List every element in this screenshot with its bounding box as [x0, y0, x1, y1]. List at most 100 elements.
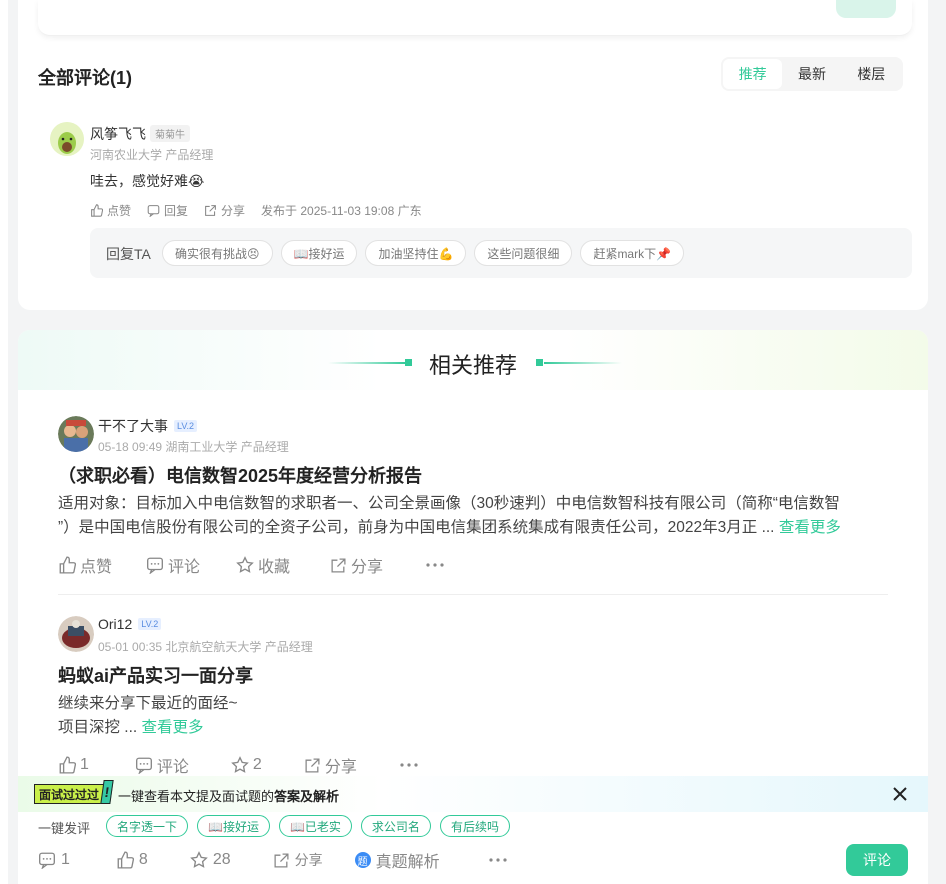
quick-comment-label: 一键发评 [38, 821, 91, 836]
close-icon[interactable] [890, 784, 910, 804]
like-button[interactable]: 点赞 [90, 202, 131, 219]
comments-card: 全部评论(1) 推荐 最新 楼层 风筝飞飞 菊菊牛 河南农业大学 产品经理 哇去… [18, 0, 928, 310]
thumbs-up-icon [59, 756, 76, 774]
reply-ta-label: 回复TA [106, 246, 151, 262]
reply-chip[interactable]: 加油坚持住💪 [365, 240, 467, 266]
post-title[interactable]: 蚂蚁ai产品实习一面分享 [58, 662, 253, 688]
left-edge [0, 0, 8, 884]
title-decoration-right [544, 362, 622, 364]
reply-chip[interactable]: 这些问题很细 [474, 240, 573, 266]
comment-label: 评论 [168, 559, 201, 576]
share-label: 分享 [294, 852, 323, 868]
comments-count-button[interactable]: 1 [38, 851, 70, 869]
post-divider [58, 594, 888, 595]
post-item: Ori12 LV.2 05-01 00:35 北京航空航天大学 产品经理 蚂蚁a… [58, 616, 888, 776]
comment-submit-button[interactable]: 评论 [846, 844, 908, 876]
quick-comment-chip[interactable]: 有后续吗 [439, 815, 510, 837]
interview-banner[interactable]: 面试过过过 ! 一键查看本文提及面试题的答案及解析 [18, 776, 928, 812]
quick-comment-chip[interactable]: 📖已老实 [278, 815, 352, 837]
chat-bubble-icon [147, 205, 160, 217]
post-meta: 05-18 09:49 湖南工业大学 产品经理 [98, 440, 289, 454]
favorite-button[interactable]: 28 [190, 851, 231, 869]
exam-icon: 题 [354, 852, 371, 868]
favorite-button[interactable]: 2 [231, 756, 262, 774]
banner-text: 一键查看本文提及面试题的答案及解析 [118, 786, 339, 805]
publish-time: 发布于 2025-11-03 19:08 广东 [261, 204, 422, 218]
post-author[interactable]: Ori12 [98, 616, 132, 632]
comment-author[interactable]: 风筝飞飞 [90, 124, 146, 144]
banner-tag: 面试过过过 [34, 784, 105, 804]
favorite-button[interactable]: 收藏 [236, 553, 290, 577]
post-author-row: Ori12 LV.2 [98, 616, 162, 632]
post-title[interactable]: （求职必看）电信数智2025年度经营分析报告 [58, 462, 422, 488]
title-decoration-dot [536, 359, 543, 366]
post-item: 干不了大事 LV.2 05-18 09:49 湖南工业大学 产品经理 （求职必看… [58, 416, 888, 586]
quick-reply-box: 回复TA 确实很有挑战😣 📖接好运 加油坚持住💪 这些问题很细 赶紧mark下📌 [90, 228, 912, 278]
exam-analysis-button[interactable]: 题 真题解析 [354, 848, 440, 872]
view-more-link[interactable]: 查看更多 [779, 519, 841, 536]
level-badge: LV.2 [138, 618, 162, 630]
share-icon [305, 757, 320, 773]
share-icon [274, 852, 289, 868]
reply-chips: 确实很有挑战😣 📖接好运 加油坚持住💪 这些问题很细 赶紧mark下📌 [162, 240, 685, 266]
comments-title: 全部评论(1) [38, 68, 132, 88]
comment-label: 评论 [156, 759, 189, 776]
more-options-icon[interactable] [488, 857, 508, 863]
quick-comment-chips: 名字透一下 📖接好运 📖已老实 求公司名 有后续吗 [106, 815, 510, 837]
star-icon [190, 851, 208, 868]
post-author-row: 干不了大事 LV.2 [98, 416, 198, 436]
quick-comment-chip[interactable]: 求公司名 [360, 815, 431, 837]
share-icon [331, 557, 346, 573]
share-button[interactable]: 分享 [304, 753, 357, 777]
bottom-bar: 一键发评 名字透一下 📖接好运 📖已老实 求公司名 有后续吗 1 8 28 分享… [18, 812, 928, 884]
related-title: 相关推荐 [428, 353, 517, 378]
share-icon [205, 205, 216, 216]
tab-recommended[interactable]: 推荐 [723, 59, 783, 89]
chat-bubble-icon [135, 757, 152, 774]
level-badge: LV.2 [174, 420, 198, 432]
like-button[interactable]: 8 [116, 851, 148, 869]
chat-bubble-icon [147, 557, 164, 574]
more-options-icon[interactable] [399, 762, 419, 768]
quick-comment-chip[interactable]: 名字透一下 [106, 815, 189, 837]
exclamation-icon: ! [100, 780, 114, 804]
view-more-link[interactable]: 查看更多 [142, 719, 204, 736]
tab-latest[interactable]: 最新 [782, 59, 841, 89]
chat-bubble-icon [39, 852, 55, 869]
reply-chip[interactable]: 📖接好运 [280, 240, 358, 266]
more-options-icon[interactable] [425, 562, 445, 568]
post-excerpt[interactable]: 适用对象：目标加入中电信数智的求职者一、公司全景画像（30秒速判）中电信数智科技… [58, 492, 888, 540]
post-excerpt-line-2: ”）是中国电信股份有限公司的全资子公司，前身为中国电信集团系统集成有限责任公司，… [58, 516, 888, 540]
comment-button[interactable]: 评论 [135, 753, 189, 777]
favorite-count: 28 [212, 851, 231, 868]
share-button[interactable]: 分享 [204, 202, 245, 219]
share-button[interactable]: 分享 [273, 850, 323, 870]
post-author[interactable]: 干不了大事 [98, 416, 168, 436]
comment-button[interactable]: 评论 [146, 553, 200, 577]
reply-chip[interactable]: 赶紧mark下📌 [580, 240, 685, 266]
share-button[interactable]: 分享 [330, 553, 383, 577]
share-label: 分享 [221, 204, 246, 218]
like-button[interactable]: 1 [58, 756, 89, 774]
post-excerpt-line-2: 项目深挖 ... 查看更多 [58, 716, 888, 740]
reply-chip[interactable]: 确实很有挑战😣 [162, 240, 273, 266]
post-excerpt-line: 适用对象：目标加入中电信数智的求职者一、公司全景画像（30秒速判）中电信数智科技… [58, 495, 840, 512]
avatar[interactable] [58, 616, 94, 652]
share-label: 分享 [351, 559, 384, 576]
bottom-actions: 1 8 28 分享 题 真题解析 [38, 848, 508, 872]
favorite-label: 收藏 [258, 559, 291, 576]
avatar[interactable] [50, 122, 84, 156]
reply-button[interactable]: 回复 [147, 202, 188, 219]
thumbs-up-icon [91, 204, 103, 217]
banner-text-bold: 答案及解析 [274, 789, 340, 804]
share-label: 分享 [324, 759, 357, 776]
post-excerpt-line: 继续来分享下最近的面经~ [58, 695, 238, 712]
tab-floor[interactable]: 楼层 [842, 59, 901, 89]
quick-comment-chip[interactable]: 📖接好运 [197, 815, 270, 837]
previous-card-edge [38, 0, 912, 36]
previous-card-button[interactable] [836, 0, 896, 18]
thumbs-up-icon [117, 851, 134, 869]
post-excerpt[interactable]: 继续来分享下最近的面经~ 项目深挖 ... 查看更多 [58, 692, 888, 740]
like-button[interactable]: 点赞 [58, 553, 112, 577]
avatar[interactable] [58, 416, 94, 452]
